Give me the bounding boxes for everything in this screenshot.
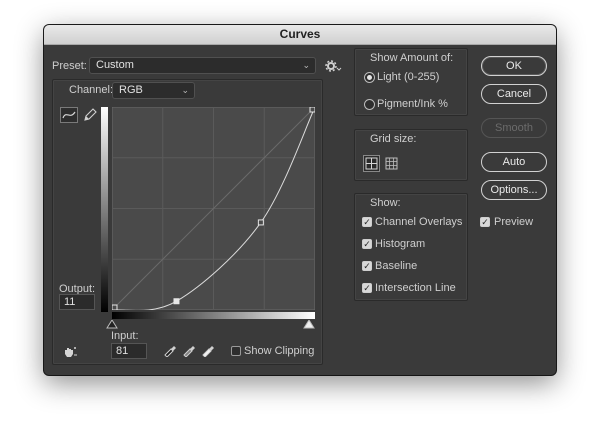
curves-dialog: Curves Preset: Custom ⌄ Channel: RGB ⌄ O… <box>44 25 556 375</box>
curve-control-point[interactable] <box>173 298 180 305</box>
auto-button[interactable]: Auto <box>481 152 547 172</box>
light-label: Light <box>377 71 401 83</box>
pencil-icon[interactable] <box>82 107 98 123</box>
histogram-label: Histogram <box>375 238 426 250</box>
pigment-radio[interactable] <box>364 99 375 110</box>
baseline-checkbox[interactable] <box>362 261 372 271</box>
preset-label: Preset: <box>52 60 87 72</box>
channel-value: RGB <box>119 84 143 96</box>
options-button[interactable]: Options... <box>481 180 547 200</box>
output-gradient-bar <box>101 107 108 312</box>
targeted-adjustment-hand-icon[interactable] <box>62 345 78 359</box>
output-field[interactable]: 11 <box>59 294 95 310</box>
light-radio[interactable] <box>364 72 375 83</box>
chevron-down-icon: ⌄ <box>302 60 310 70</box>
curve-graph[interactable] <box>112 107 315 310</box>
grid-4x4-icon[interactable] <box>363 155 380 172</box>
show-amount-title: Show Amount of: <box>370 52 454 64</box>
preview-label: Preview <box>494 216 534 228</box>
input-gradient-bar <box>112 312 315 319</box>
preset-select[interactable]: Custom ⌄ <box>89 57 316 74</box>
grid-size-title: Grid size: <box>370 133 417 145</box>
preview-checkbox[interactable] <box>480 217 490 227</box>
cancel-button[interactable]: Cancel <box>481 84 547 104</box>
curve-point-tool-icon[interactable] <box>60 107 78 123</box>
curve-control-point[interactable] <box>112 304 118 310</box>
smooth-button[interactable]: Smooth <box>481 118 547 138</box>
preset-options-gear-icon[interactable] <box>325 59 343 73</box>
channel-overlays-checkbox[interactable] <box>362 217 372 227</box>
preset-value: Custom <box>96 59 134 71</box>
input-field[interactable]: 81 <box>111 343 147 359</box>
input-label: Input: <box>111 330 139 342</box>
chevron-down-icon: ⌄ <box>181 85 189 95</box>
black-point-slider[interactable] <box>106 320 118 329</box>
show-clipping-label: Show Clipping <box>244 345 315 357</box>
curve-control-point[interactable] <box>257 219 264 226</box>
show-clipping-checkbox[interactable] <box>231 346 241 356</box>
gray-eyedropper-icon[interactable] <box>182 343 196 358</box>
white-point-slider[interactable] <box>303 320 315 329</box>
intersection-line-checkbox[interactable] <box>362 283 372 293</box>
baseline-label: Baseline <box>375 260 418 272</box>
channel-label: Channel: <box>69 84 114 96</box>
pigment-label: Pigment/Ink % <box>377 98 448 110</box>
show-title: Show: <box>370 197 401 209</box>
window-title: Curves <box>44 25 556 45</box>
black-eyedropper-icon[interactable] <box>163 343 177 358</box>
channel-select[interactable]: RGB ⌄ <box>112 82 195 99</box>
histogram-checkbox[interactable] <box>362 239 372 249</box>
grid-10x10-icon[interactable] <box>384 156 399 171</box>
light-range: (0-255) <box>404 71 440 83</box>
curve-control-point[interactable] <box>309 107 315 113</box>
ok-button[interactable]: OK <box>481 56 547 76</box>
intersection-line-label: Intersection Line <box>375 282 456 294</box>
white-eyedropper-icon[interactable] <box>201 343 215 358</box>
channel-overlays-label: Channel Overlays <box>375 216 463 228</box>
